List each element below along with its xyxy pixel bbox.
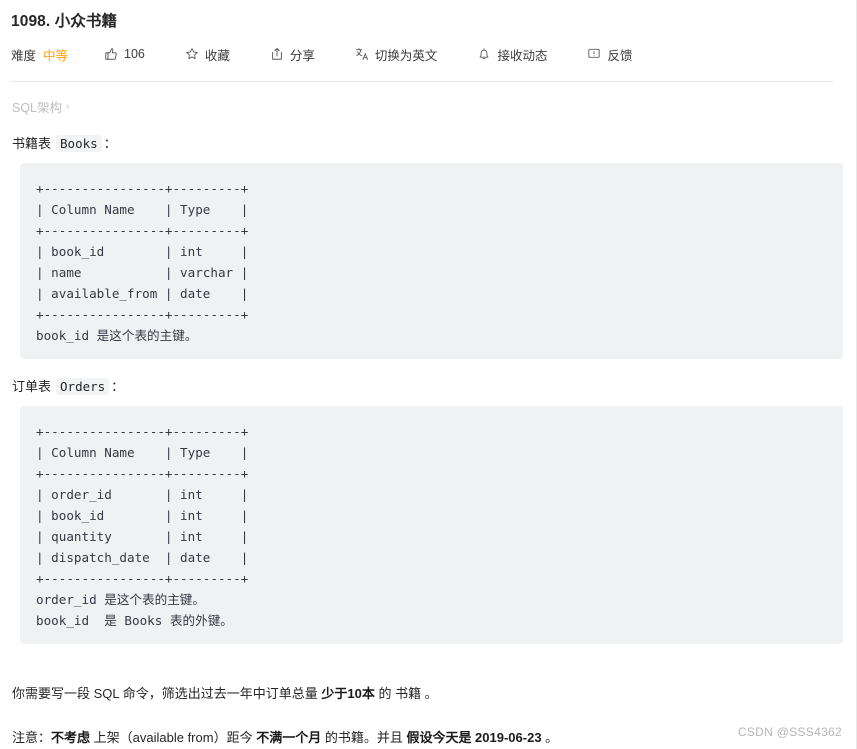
note-text-d: 。 bbox=[541, 730, 559, 745]
problem-page: 1098. 小众书籍 难度 中等 106 收藏 分享 切换为英文 接收动态 反馈… bbox=[0, 0, 857, 749]
note-text-c: 的书籍。并且 bbox=[321, 730, 407, 745]
header-divider bbox=[10, 81, 833, 82]
switch-language-button[interactable]: 切换为英文 bbox=[355, 45, 438, 64]
statement-bold-threshold: 少于10本 bbox=[321, 686, 375, 701]
orders-schema-code: +----------------+---------+ | Column Na… bbox=[36, 424, 249, 628]
note-bold-today-date: 假设今天是 2019-06-23 bbox=[406, 730, 542, 745]
problem-toolbar: 难度 中等 106 收藏 分享 切换为英文 接收动态 反馈 bbox=[11, 43, 832, 65]
orders-table-heading: 订单表 Orders ： bbox=[12, 376, 832, 395]
breadcrumb[interactable]: SQL架构 › bbox=[12, 97, 832, 116]
orders-schema-codeblock: +----------------+---------+ | Column Na… bbox=[20, 406, 843, 644]
feedback-icon bbox=[587, 47, 601, 61]
note-bold-lessthan-month: 不满一个月 bbox=[256, 730, 322, 745]
difficulty-value: 中等 bbox=[43, 48, 69, 63]
subscribe-button[interactable]: 接收动态 bbox=[477, 45, 547, 64]
orders-table-label: 订单表 bbox=[12, 379, 52, 394]
problem-note-paragraph: 注意：不考虑 上架（available from）距今 不满一个月 的书籍。并且… bbox=[12, 727, 832, 749]
statement-text-b: 的 书籍 。 bbox=[374, 686, 438, 701]
orders-table-colon: ： bbox=[111, 379, 125, 394]
books-schema-codeblock: +----------------+---------+ | Column Na… bbox=[20, 163, 843, 359]
problem-statement-paragraph: 你需要写一段 SQL 命令，筛选出过去一年中订单总量 少于10本 的 书籍 。 bbox=[12, 683, 832, 705]
statement-text-a: 你需要写一段 SQL 命令，筛选出过去一年中订单总量 bbox=[12, 686, 322, 701]
csdn-watermark: CSDN @SSS4362 bbox=[737, 725, 842, 739]
share-button[interactable]: 分享 bbox=[270, 45, 315, 64]
note-text-b: 上架（available from）距今 bbox=[90, 730, 257, 745]
books-table-name: Books bbox=[56, 135, 102, 152]
books-table-heading: 书籍表 Books ： bbox=[12, 133, 832, 152]
feedback-button[interactable]: 反馈 bbox=[587, 45, 632, 64]
thumbs-up-icon bbox=[104, 47, 118, 61]
breadcrumb-label: SQL架构 bbox=[12, 101, 63, 115]
share-icon bbox=[270, 47, 284, 61]
page-title: 1098. 小众书籍 bbox=[11, 13, 118, 30]
subscribe-label: 接收动态 bbox=[497, 48, 548, 63]
like-button[interactable]: 106 bbox=[104, 47, 145, 61]
note-bold-ignore: 不考虑 bbox=[51, 730, 91, 745]
books-schema-code: +----------------+---------+ | Column Na… bbox=[36, 181, 249, 343]
translate-icon bbox=[355, 47, 369, 61]
chevron-right-icon: › bbox=[66, 101, 70, 112]
bell-icon bbox=[477, 47, 491, 61]
like-count: 106 bbox=[124, 47, 145, 61]
share-label: 分享 bbox=[289, 48, 315, 63]
note-text-a: 注意： bbox=[12, 730, 52, 745]
difficulty-label: 难度 bbox=[11, 48, 37, 63]
star-icon bbox=[185, 47, 199, 61]
books-table-colon: ： bbox=[103, 136, 117, 151]
difficulty-group: 难度 中等 bbox=[11, 45, 68, 64]
favorite-button[interactable]: 收藏 bbox=[185, 45, 230, 64]
books-table-label: 书籍表 bbox=[12, 136, 52, 151]
favorite-label: 收藏 bbox=[204, 48, 230, 63]
orders-table-name: Orders bbox=[56, 378, 110, 395]
feedback-label: 反馈 bbox=[607, 48, 633, 63]
switch-language-label: 切换为英文 bbox=[374, 48, 438, 63]
